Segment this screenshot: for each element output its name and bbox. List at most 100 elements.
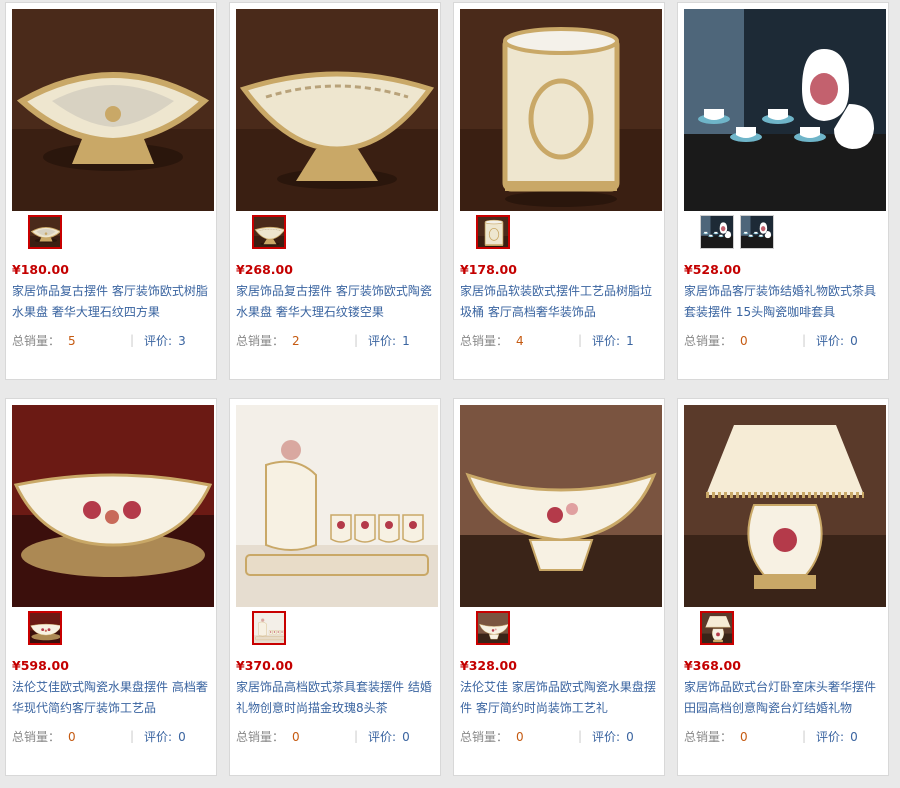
thumbnail-strip [476, 215, 510, 253]
product-price: ¥178.00 [460, 262, 517, 277]
product-title[interactable]: 家居饰品复古摆件 客厅装饰欧式树脂水果盘 奢华大理石纹四方果 [12, 281, 214, 323]
review-label: 评价: [592, 333, 621, 348]
thumbnail-strip [252, 611, 286, 649]
product-stats: 总销量： 0 | 评价: 0 [236, 727, 438, 745]
sales-count: 总销量： 0 [460, 728, 578, 745]
review-count[interactable]: 评价: 3 [144, 332, 186, 349]
product-image[interactable] [12, 9, 214, 211]
product-thumbnail[interactable] [28, 611, 62, 645]
product-thumbnail[interactable] [28, 215, 62, 249]
product-image[interactable] [460, 405, 662, 607]
product-image[interactable] [236, 405, 438, 607]
product-card[interactable]: ¥328.00 法伦艾佳 家居饰品欧式陶瓷水果盘摆件 客厅简约时尚装饰工艺礼 总… [453, 398, 665, 776]
sales-value: 2 [292, 333, 300, 348]
sales-count: 总销量： 2 [236, 332, 354, 349]
product-stats: 总销量： 0 | 评价: 0 [684, 727, 886, 745]
review-count[interactable]: 评价: 0 [816, 332, 858, 349]
square-fruit-tray-illustration [30, 217, 60, 247]
review-count[interactable]: 评价: 0 [816, 728, 858, 745]
stats-divider: | [578, 729, 583, 743]
product-thumbnail[interactable] [740, 215, 774, 249]
product-price: ¥328.00 [460, 658, 517, 673]
product-thumbnail[interactable] [476, 215, 510, 249]
review-value: 3 [178, 333, 186, 348]
sales-value: 0 [740, 729, 748, 744]
review-value: 1 [402, 333, 410, 348]
ceramic-fruit-dish-illustration [30, 613, 60, 643]
product-price: ¥180.00 [12, 262, 69, 277]
sales-count: 总销量： 5 [12, 332, 130, 349]
product-title[interactable]: 家居饰品客厅装饰结婚礼物欧式茶具套装摆件 15头陶瓷咖啡套具 [684, 281, 886, 323]
review-value: 0 [626, 729, 634, 744]
ceramic-table-lamp-illustration [702, 613, 732, 643]
product-thumbnail[interactable] [700, 611, 734, 645]
product-thumbnail[interactable] [252, 215, 286, 249]
product-thumbnail[interactable] [252, 611, 286, 645]
product-stats: 总销量： 2 | 评价: 1 [236, 331, 438, 349]
ceramic-table-lamp-illustration [684, 405, 886, 607]
product-title[interactable]: 家居饰品软装欧式摆件工艺品树脂垃圾桶 客厅高档奢华装饰品 [460, 281, 662, 323]
review-count[interactable]: 评价: 0 [144, 728, 186, 745]
product-title[interactable]: 家居饰品复古摆件 客厅装饰欧式陶瓷水果盘 奢华大理石纹镂空果 [236, 281, 438, 323]
review-label: 评价: [592, 729, 621, 744]
sales-count: 总销量： 0 [236, 728, 354, 745]
rose-tea-set-illustration [254, 613, 284, 643]
product-price: ¥368.00 [684, 658, 741, 673]
product-price: ¥268.00 [236, 262, 293, 277]
thumbnail-strip [28, 611, 62, 649]
coffee-set-15pc-illustration [684, 9, 886, 211]
sales-label: 总销量： [460, 729, 509, 744]
sales-label: 总销量： [236, 333, 285, 348]
sales-value: 0 [516, 729, 524, 744]
product-card[interactable]: ¥268.00 家居饰品复古摆件 客厅装饰欧式陶瓷水果盘 奢华大理石纹镂空果 总… [229, 2, 441, 380]
review-label: 评价: [368, 333, 397, 348]
floral-fruit-boat-illustration [478, 613, 508, 643]
review-count[interactable]: 评价: 0 [592, 728, 634, 745]
square-fruit-tray-illustration [12, 9, 214, 211]
stats-divider: | [130, 333, 135, 347]
product-image[interactable] [684, 405, 886, 607]
review-count[interactable]: 评价: 1 [592, 332, 634, 349]
product-image[interactable] [236, 9, 438, 211]
product-title[interactable]: 法伦艾佳欧式陶瓷水果盘摆件 高档奢华现代简约客厅装饰工艺品 [12, 677, 214, 719]
sales-label: 总销量： [684, 333, 733, 348]
product-card[interactable]: ¥368.00 家居饰品欧式台灯卧室床头奢华摆件田园高档创意陶瓷台灯结婚礼物 总… [677, 398, 889, 776]
coffee-set-b-illustration [741, 216, 773, 248]
product-card[interactable]: ¥180.00 家居饰品复古摆件 客厅装饰欧式树脂水果盘 奢华大理石纹四方果 总… [5, 2, 217, 380]
stats-divider: | [578, 333, 583, 347]
product-thumbnail[interactable] [476, 611, 510, 645]
product-stats: 总销量： 0 | 评价: 0 [684, 331, 886, 349]
sales-value: 0 [68, 729, 76, 744]
product-thumbnail[interactable] [700, 215, 734, 249]
product-card[interactable]: ¥370.00 家居饰品高档欧式茶具套装摆件 结婚礼物创意时尚描金玫瑰8头茶 总… [229, 398, 441, 776]
product-card[interactable]: ¥178.00 家居饰品软装欧式摆件工艺品树脂垃圾桶 客厅高档奢华装饰品 总销量… [453, 2, 665, 380]
product-title[interactable]: 家居饰品欧式台灯卧室床头奢华摆件田园高档创意陶瓷台灯结婚礼物 [684, 677, 886, 719]
product-title[interactable]: 法伦艾佳 家居饰品欧式陶瓷水果盘摆件 客厅简约时尚装饰工艺礼 [460, 677, 662, 719]
review-label: 评价: [816, 729, 845, 744]
review-value: 0 [178, 729, 186, 744]
product-stats: 总销量： 0 | 评价: 0 [460, 727, 662, 745]
product-price: ¥370.00 [236, 658, 293, 673]
review-label: 评价: [144, 333, 173, 348]
stats-divider: | [802, 333, 807, 347]
sales-label: 总销量： [460, 333, 509, 348]
sales-label: 总销量： [236, 729, 285, 744]
review-label: 评价: [368, 729, 397, 744]
review-count[interactable]: 评价: 0 [368, 728, 410, 745]
product-stats: 总销量： 4 | 评价: 1 [460, 331, 662, 349]
thumbnail-strip [28, 215, 62, 253]
product-image[interactable] [684, 9, 886, 211]
sales-label: 总销量： [12, 729, 61, 744]
product-image[interactable] [12, 405, 214, 607]
product-image[interactable] [460, 9, 662, 211]
product-title[interactable]: 家居饰品高档欧式茶具套装摆件 结婚礼物创意时尚描金玫瑰8头茶 [236, 677, 438, 719]
product-card[interactable]: ¥598.00 法伦艾佳欧式陶瓷水果盘摆件 高档奢华现代简约客厅装饰工艺品 总销… [5, 398, 217, 776]
sales-count: 总销量： 4 [460, 332, 578, 349]
review-count[interactable]: 评价: 1 [368, 332, 410, 349]
review-value: 0 [850, 333, 858, 348]
product-card[interactable]: ¥528.00 家居饰品客厅装饰结婚礼物欧式茶具套装摆件 15头陶瓷咖啡套具 总… [677, 2, 889, 380]
stats-divider: | [802, 729, 807, 743]
sales-count: 总销量： 0 [684, 728, 802, 745]
product-price: ¥528.00 [684, 262, 741, 277]
rose-tea-set-illustration [236, 405, 438, 607]
